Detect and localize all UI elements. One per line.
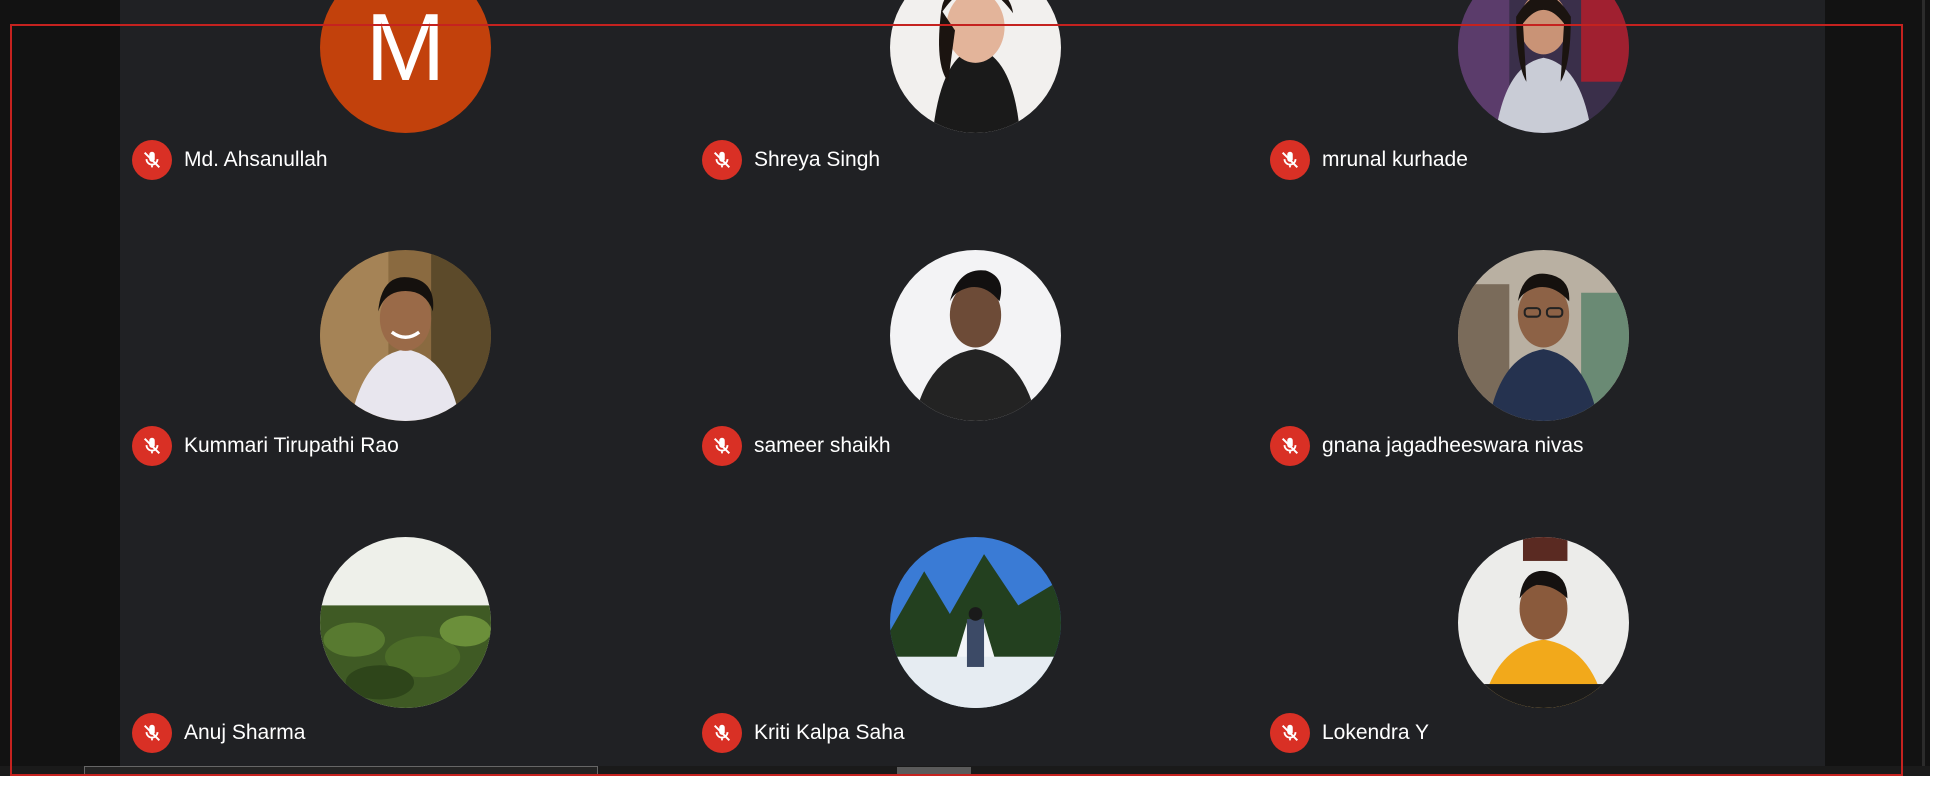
participant-tile[interactable]: gnana jagadheeswara nivas [1258,250,1828,540]
participant-tile[interactable]: Kriti Kalpa Saha [690,537,1260,776]
participant-name: Kriti Kalpa Saha [754,721,905,744]
avatar [1458,0,1629,133]
participant-nameline: Kummari Tirupathi Rao [132,426,399,466]
participant-nameline: sameer shaikh [702,426,891,466]
participant-name: mrunal kurhade [1322,148,1468,171]
participant-name: sameer shaikh [754,434,891,457]
avatar [890,250,1061,421]
avatar [890,0,1061,133]
mic-off-icon[interactable] [1270,426,1310,466]
avatar [320,250,491,421]
participant-name: Anuj Sharma [184,721,306,744]
mic-off-icon[interactable] [132,140,172,180]
mic-off-icon[interactable] [132,713,172,753]
participant-tile[interactable]: M Md. Ahsanullah [120,0,690,290]
participant-nameline: gnana jagadheeswara nivas [1270,426,1584,466]
meeting-grid-screen: M Md. Ahsanullah Shreya Singh mrunal kur… [0,0,1930,776]
participant-name: Shreya Singh [754,148,881,171]
participant-nameline: Shreya Singh [702,140,880,180]
participant-tile[interactable]: Kummari Tirupathi Rao [120,250,690,540]
participant-nameline: Md. Ahsanullah [132,140,328,180]
participant-grid: M Md. Ahsanullah Shreya Singh mrunal kur… [120,0,1825,776]
participant-name: gnana jagadheeswara nivas [1322,434,1584,457]
participant-tile[interactable]: sameer shaikh [690,250,1260,540]
participant-nameline: mrunal kurhade [1270,140,1468,180]
mic-off-icon[interactable] [1270,713,1310,753]
participant-tile[interactable]: Shreya Singh [690,0,1260,290]
avatar [1458,250,1629,421]
mic-off-icon[interactable] [702,426,742,466]
participant-name: Md. Ahsanullah [184,148,328,171]
participant-tile[interactable]: Lokendra Y [1258,537,1828,776]
mic-off-icon[interactable] [1270,140,1310,180]
participant-nameline: Anuj Sharma [132,713,305,753]
participant-name: Lokendra Y [1322,721,1430,744]
mic-off-icon[interactable] [132,426,172,466]
avatar [320,537,491,708]
vertical-divider [1922,0,1925,776]
scrollbar-thumb[interactable] [897,767,971,776]
participant-nameline: Lokendra Y [1270,713,1429,753]
scrollbar-pane[interactable] [84,766,598,776]
avatar [890,537,1061,708]
participant-nameline: Kriti Kalpa Saha [702,713,905,753]
participant-tile[interactable]: mrunal kurhade [1258,0,1828,290]
avatar [1458,537,1629,708]
avatar: M [320,0,491,133]
mic-off-icon[interactable] [702,140,742,180]
mic-off-icon[interactable] [702,713,742,753]
avatar-initial: M [365,0,446,101]
participant-tile[interactable]: Anuj Sharma [120,537,690,776]
participant-name: Kummari Tirupathi Rao [184,434,399,457]
